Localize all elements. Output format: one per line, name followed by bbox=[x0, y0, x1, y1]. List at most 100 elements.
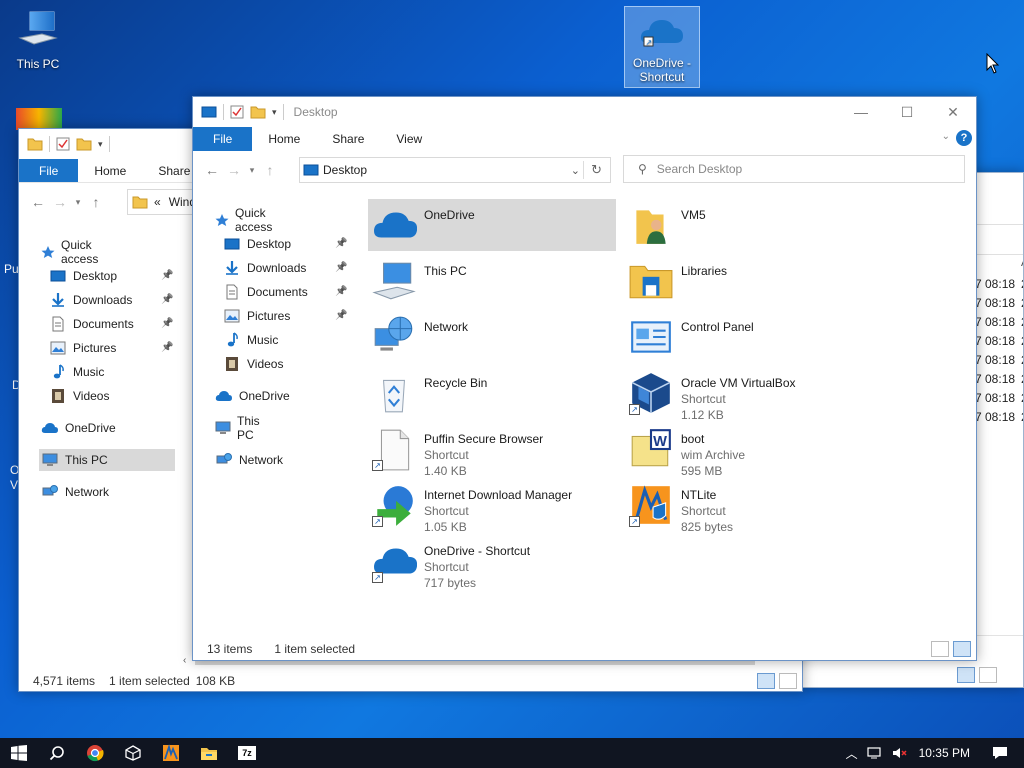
search-box[interactable]: ⚲ Search Desktop bbox=[623, 155, 965, 183]
nav-item-music[interactable]: Music bbox=[49, 361, 104, 383]
view-toggle[interactable] bbox=[931, 641, 971, 657]
explorer-window-desktop[interactable]: ▾ Desktop — ☐ ✕ File Home Share View ⌄ ?… bbox=[192, 96, 977, 661]
file-item[interactable]: ↗ Oracle VM VirtualBox Shortcut 1.12 KB bbox=[625, 367, 873, 422]
music-icon bbox=[53, 364, 64, 379]
file-item[interactable]: Control Panel bbox=[625, 311, 873, 363]
tab-file[interactable]: File bbox=[19, 159, 79, 182]
file-item[interactable]: Libraries bbox=[625, 255, 873, 307]
back-arrow-icon[interactable]: ← bbox=[27, 194, 49, 210]
minimize-button[interactable]: — bbox=[838, 97, 884, 127]
nav-quick-access[interactable]: Quick access bbox=[215, 206, 276, 234]
file-item[interactable]: Network bbox=[368, 311, 616, 363]
nav-network[interactable]: Network bbox=[41, 481, 109, 503]
maximize-button[interactable]: ☐ bbox=[884, 97, 930, 127]
file-item[interactable]: ↗ NTLite Shortcut 825 bytes bbox=[625, 479, 873, 534]
nav-item-documents[interactable]: Documents bbox=[49, 313, 134, 335]
pin-icon[interactable]: 📌 bbox=[335, 238, 347, 249]
address-bar[interactable]: Desktop ⌄ ↻ bbox=[299, 157, 611, 183]
nav-item-downloads[interactable]: Downloads bbox=[49, 289, 132, 311]
address-overflow-chevron[interactable]: « bbox=[154, 195, 161, 209]
details-view-button[interactable] bbox=[757, 673, 775, 689]
file-item[interactable]: ↗ Internet Download Manager Shortcut 1.05 K… bbox=[368, 479, 616, 534]
file-item[interactable]: OneDrive bbox=[368, 199, 616, 251]
pin-icon[interactable]: 📌 bbox=[335, 262, 347, 273]
file-item[interactable]: Recycle Bin bbox=[368, 367, 616, 419]
desktop-icon-onedrive-shortcut[interactable]: ↗ OneDrive - Shortcut bbox=[624, 6, 700, 88]
file-item[interactable]: This PC bbox=[368, 255, 616, 307]
clock[interactable]: 10:35 PM bbox=[919, 746, 970, 760]
details-view-button[interactable] bbox=[957, 667, 975, 683]
taskbar-ntlite[interactable] bbox=[152, 738, 190, 768]
customize-quick-access-icon[interactable]: ▾ bbox=[272, 107, 277, 118]
nav-item-videos[interactable]: Videos bbox=[49, 385, 109, 407]
taskbar-7zip[interactable]: 7z bbox=[228, 738, 266, 768]
taskbar-file-explorer[interactable] bbox=[190, 738, 228, 768]
new-folder-icon[interactable] bbox=[250, 105, 266, 119]
item-size: 595 MB bbox=[681, 464, 723, 478]
pin-icon[interactable]: 📌 bbox=[161, 294, 173, 305]
recent-locations-chevron-icon[interactable]: ▾ bbox=[71, 197, 85, 208]
recent-locations-chevron-icon[interactable]: ▾ bbox=[245, 165, 259, 176]
cloud-icon bbox=[215, 391, 232, 401]
details-view-button[interactable] bbox=[931, 641, 949, 657]
pin-icon[interactable]: 📌 bbox=[161, 270, 173, 281]
nav-onedrive[interactable]: OneDrive bbox=[41, 417, 116, 439]
pin-icon[interactable]: 📌 bbox=[335, 310, 347, 321]
forward-arrow-icon[interactable]: → bbox=[49, 194, 71, 210]
forward-arrow-icon[interactable]: → bbox=[223, 162, 245, 178]
nav-onedrive[interactable]: OneDrive bbox=[215, 385, 290, 407]
tab-view[interactable]: View bbox=[380, 127, 438, 151]
address-dropdown-chevron-icon[interactable]: ⌄ bbox=[571, 164, 580, 177]
view-toggle[interactable] bbox=[957, 667, 997, 683]
large-icons-view-button[interactable] bbox=[953, 641, 971, 657]
large-icons-view-button[interactable] bbox=[979, 667, 997, 683]
volume-muted-icon[interactable] bbox=[891, 746, 907, 760]
network-status-icon[interactable] bbox=[867, 746, 883, 760]
desktop-icon-this-pc[interactable]: This PC bbox=[0, 8, 76, 71]
show-hidden-icons-chevron-icon[interactable]: ︿ bbox=[846, 745, 858, 762]
nav-item-documents[interactable]: Documents bbox=[223, 281, 308, 303]
refresh-icon[interactable]: ↻ bbox=[591, 162, 602, 178]
new-folder-icon[interactable] bbox=[76, 137, 92, 151]
file-item[interactable]: Wboot wim Archive 595 MB bbox=[625, 423, 873, 478]
nav-item-videos[interactable]: Videos bbox=[223, 353, 283, 375]
nav-item-pictures[interactable]: Pictures bbox=[49, 337, 116, 359]
nav-quick-access[interactable]: Quick access bbox=[41, 238, 102, 266]
nav-item-downloads[interactable]: Downloads bbox=[223, 257, 306, 279]
nav-this-pc[interactable]: This PC bbox=[39, 449, 175, 471]
customize-quick-access-icon[interactable]: ▾ bbox=[98, 139, 103, 150]
up-arrow-icon[interactable]: ↑ bbox=[259, 162, 281, 178]
start-button[interactable] bbox=[0, 738, 38, 768]
tab-home[interactable]: Home bbox=[78, 159, 142, 182]
expand-ribbon-chevron-icon[interactable]: ⌄ bbox=[942, 131, 950, 142]
pin-icon[interactable]: 📌 bbox=[161, 342, 173, 353]
nav-this-pc[interactable]: This PC bbox=[215, 414, 262, 442]
nav-item-music[interactable]: Music bbox=[223, 329, 278, 351]
help-icon[interactable]: ? bbox=[956, 130, 972, 146]
tab-file[interactable]: File bbox=[193, 127, 253, 151]
taskbar-search-button[interactable] bbox=[38, 738, 76, 768]
nav-network[interactable]: Network bbox=[215, 449, 283, 471]
taskbar-chrome[interactable] bbox=[76, 738, 114, 768]
file-item[interactable]: ↗ OneDrive - Shortcut Shortcut 717 bytes bbox=[368, 535, 616, 590]
pin-icon[interactable]: 📌 bbox=[335, 286, 347, 297]
properties-icon[interactable] bbox=[56, 137, 70, 151]
tab-share[interactable]: Share bbox=[316, 127, 380, 151]
taskbar-virtualbox[interactable] bbox=[114, 738, 152, 768]
notifications-icon[interactable] bbox=[992, 746, 1008, 760]
nav-item-pictures[interactable]: Pictures bbox=[223, 305, 290, 327]
up-arrow-icon[interactable]: ↑ bbox=[85, 194, 107, 210]
scroll-left-arrow-icon[interactable]: ‹ bbox=[183, 655, 186, 666]
nav-item-desktop[interactable]: Desktop bbox=[49, 265, 117, 287]
properties-icon[interactable] bbox=[230, 105, 244, 119]
back-arrow-icon[interactable]: ← bbox=[201, 162, 223, 178]
nav-item-desktop[interactable]: Desktop bbox=[223, 233, 291, 255]
large-icons-view-button[interactable] bbox=[779, 673, 797, 689]
pin-icon[interactable]: 📌 bbox=[161, 318, 173, 329]
title-bar[interactable]: ▾ Desktop — ☐ ✕ bbox=[193, 97, 976, 127]
file-item[interactable]: ↗ Puffin Secure Browser Shortcut 1.40 KB bbox=[368, 423, 616, 478]
file-item[interactable]: VM5 bbox=[625, 199, 873, 251]
tab-home[interactable]: Home bbox=[252, 127, 316, 151]
close-button[interactable]: ✕ bbox=[930, 97, 976, 127]
view-toggle[interactable] bbox=[757, 673, 797, 689]
